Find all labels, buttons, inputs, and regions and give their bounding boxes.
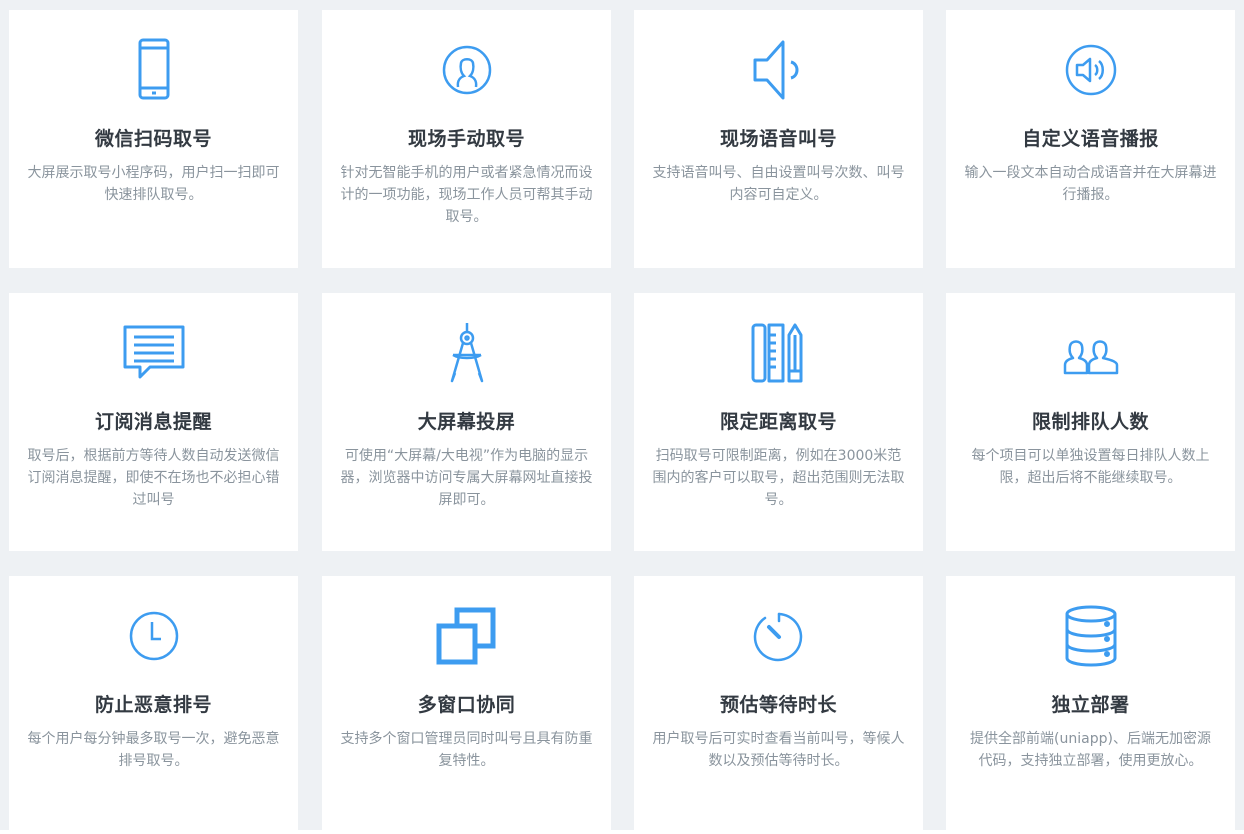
chat-message-icon bbox=[9, 321, 298, 385]
feature-title: 多窗口协同 bbox=[417, 694, 516, 716]
feature-description: 用户取号后可实时查看当前叫号，等候人数以及预估等待时长。 bbox=[652, 731, 905, 769]
users-icon bbox=[946, 321, 1235, 385]
feature-description: 针对无智能手机的用户或者紧急情况而设计的一项功能，现场工作人员可帮其手动取号。 bbox=[340, 165, 593, 225]
feature-description: 提供全部前端(uniapp)、后端无加密源代码，支持独立部署，使用更放心。 bbox=[970, 731, 1211, 769]
feature-title: 微信扫码取号 bbox=[94, 128, 212, 150]
feature-card-subscribe-reminder: 订阅消息提醒 取号后，根据前方等待人数自动发送微信订阅消息提醒，即使不在场也不必… bbox=[9, 293, 298, 551]
feature-description: 每个用户每分钟最多取号一次，避免恶意排号取号。 bbox=[27, 731, 280, 769]
feature-card-multi-window: 多窗口协同 支持多个窗口管理员同时叫号且具有防重复特性。 bbox=[322, 576, 611, 834]
speaker-icon bbox=[634, 38, 923, 102]
feature-card-wechat-scan: 微信扫码取号 大屏展示取号小程序码，用户扫一扫即可快速排队取号。 bbox=[9, 10, 298, 268]
feature-card-custom-broadcast: 自定义语音播报 输入一段文本自动合成语音并在大屏幕进行播报。 bbox=[946, 10, 1235, 268]
feature-description: 可使用“大屏幕/大电视”作为电脑的显示器，浏览器中访问专属大屏幕网址直接投屏即可… bbox=[340, 448, 593, 508]
feature-description: 取号后，根据前方等待人数自动发送微信订阅消息提醒，即使不在场也不必担心错过叫号 bbox=[27, 448, 280, 508]
feature-card-manual-ticket: 现场手动取号 针对无智能手机的用户或者紧急情况而设计的一项功能，现场工作人员可帮… bbox=[322, 10, 611, 268]
feature-description: 每个项目可以单独设置每日排队人数上限，超出后将不能继续取号。 bbox=[971, 448, 1210, 486]
feature-title: 订阅消息提醒 bbox=[94, 411, 212, 433]
database-icon bbox=[946, 604, 1235, 668]
feature-title: 现场语音叫号 bbox=[719, 128, 837, 150]
timer-icon bbox=[634, 604, 923, 668]
feature-description: 支持多个窗口管理员同时叫号且具有防重复特性。 bbox=[340, 731, 593, 769]
feature-card-big-screen: 大屏幕投屏 可使用“大屏幕/大电视”作为电脑的显示器，浏览器中访问专属大屏幕网址… bbox=[322, 293, 611, 551]
feature-card-distance-limit: 限定距离取号 扫码取号可限制距离，例如在3000米范围内的客户可以取号，超出范围… bbox=[634, 293, 923, 551]
feature-card-estimated-wait: 预估等待时长 用户取号后可实时查看当前叫号，等候人数以及预估等待时长。 bbox=[634, 576, 923, 834]
feature-description: 扫码取号可限制距离，例如在3000米范围内的客户可以取号，超出范围则无法取号。 bbox=[652, 448, 905, 508]
feature-title: 防止恶意排号 bbox=[94, 694, 212, 716]
user-circle-icon bbox=[322, 38, 611, 102]
feature-description: 大屏展示取号小程序码，用户扫一扫即可快速排队取号。 bbox=[27, 165, 280, 203]
compass-icon bbox=[322, 321, 611, 385]
feature-title: 限定距离取号 bbox=[719, 411, 837, 433]
feature-title: 预估等待时长 bbox=[719, 694, 837, 716]
feature-title: 自定义语音播报 bbox=[1022, 128, 1159, 150]
clock-icon bbox=[9, 604, 298, 668]
feature-card-queue-limit: 限制排队人数 每个项目可以单独设置每日排队人数上限，超出后将不能继续取号。 bbox=[946, 293, 1235, 551]
feature-title: 大屏幕投屏 bbox=[417, 411, 516, 433]
feature-grid: 微信扫码取号 大屏展示取号小程序码，用户扫一扫即可快速排队取号。 现场手动取号 … bbox=[0, 0, 1244, 834]
windows-icon bbox=[322, 604, 611, 668]
feature-title: 现场手动取号 bbox=[407, 128, 525, 150]
feature-title: 限制排队人数 bbox=[1031, 411, 1149, 433]
mobile-phone-icon bbox=[9, 38, 298, 102]
feature-card-anti-abuse: 防止恶意排号 每个用户每分钟最多取号一次，避免恶意排号取号。 bbox=[9, 576, 298, 834]
feature-title: 独立部署 bbox=[1051, 694, 1130, 716]
feature-card-voice-call: 现场语音叫号 支持语音叫号、自由设置叫号次数、叫号内容可自定义。 bbox=[634, 10, 923, 268]
volume-circle-icon bbox=[946, 38, 1235, 102]
feature-description: 支持语音叫号、自由设置叫号次数、叫号内容可自定义。 bbox=[652, 165, 905, 203]
ruler-pencil-icon bbox=[634, 321, 923, 385]
feature-card-independent-deploy: 独立部署 提供全部前端(uniapp)、后端无加密源代码，支持独立部署，使用更放… bbox=[946, 576, 1235, 834]
feature-description: 输入一段文本自动合成语音并在大屏幕进行播报。 bbox=[964, 165, 1217, 203]
